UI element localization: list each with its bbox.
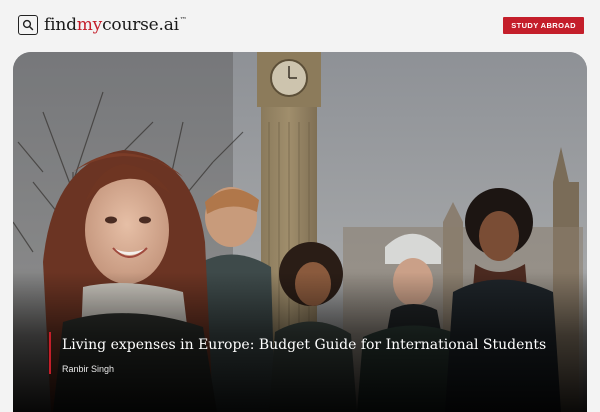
brand-home-link[interactable]: findmycourse.ai™ xyxy=(18,15,187,35)
logo-part-course: course.ai xyxy=(102,14,179,35)
study-abroad-button[interactable]: STUDY ABROAD xyxy=(503,16,584,34)
hero-card[interactable]: Living expenses in Europe: Budget Guide … xyxy=(13,52,587,412)
hero-caption: Living expenses in Europe: Budget Guide … xyxy=(49,332,546,374)
logo-part-find: find xyxy=(44,14,77,35)
site-header: findmycourse.ai™ STUDY ABROAD xyxy=(0,0,600,50)
search-icon[interactable] xyxy=(18,15,38,35)
logo-wordmark: findmycourse.ai™ xyxy=(44,14,187,35)
logo-part-my: my xyxy=(76,14,103,35)
article-author[interactable]: Ranbir Singh xyxy=(62,364,546,374)
search-icon-glyph xyxy=(22,19,34,31)
logo-trademark: ™ xyxy=(179,15,187,24)
article-headline[interactable]: Living expenses in Europe: Budget Guide … xyxy=(62,337,546,354)
